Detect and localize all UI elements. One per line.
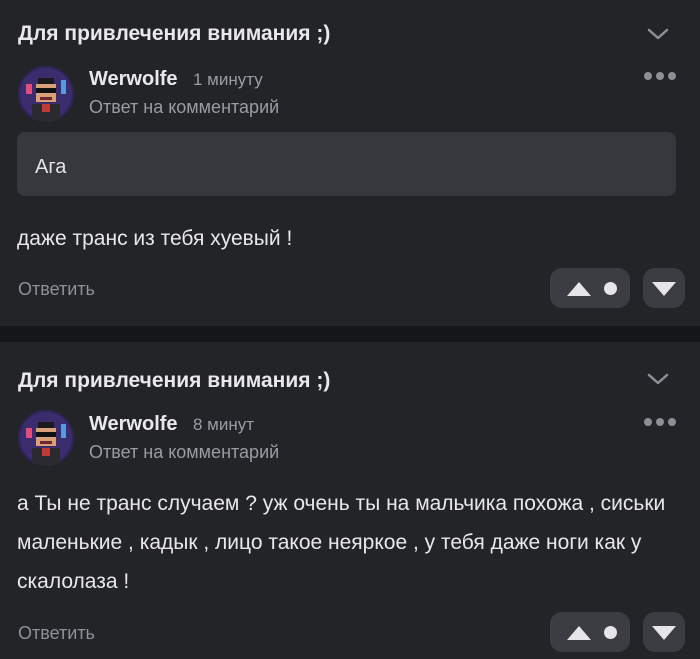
triangle-up-icon bbox=[567, 626, 591, 640]
reply-label: Ответ на комментарий bbox=[89, 442, 280, 462]
upvote-button[interactable] bbox=[550, 612, 630, 652]
author-name[interactable]: Werwolfe bbox=[89, 68, 178, 91]
post-title[interactable]: Для привлечения внимания ;) bbox=[18, 369, 330, 393]
reply-label: Ответ на комментарий bbox=[89, 97, 280, 117]
more-dots-icon[interactable] bbox=[644, 72, 676, 80]
reply-button[interactable]: Ответить bbox=[18, 623, 95, 644]
downvote-button[interactable] bbox=[643, 612, 685, 652]
comment-text: а Ты не транс случаем ? уж очень ты на м… bbox=[17, 492, 666, 593]
vote-dot bbox=[604, 282, 617, 295]
avatar[interactable] bbox=[18, 66, 74, 122]
triangle-down-icon bbox=[652, 626, 676, 640]
reply-button[interactable]: Ответить bbox=[18, 279, 95, 300]
quoted-comment[interactable]: Ага bbox=[17, 132, 676, 196]
downvote-button[interactable] bbox=[643, 268, 685, 308]
vote-dot bbox=[604, 626, 617, 639]
upvote-button[interactable] bbox=[550, 268, 630, 308]
chevron-down-icon[interactable] bbox=[647, 27, 669, 41]
comment-time: 1 минуту bbox=[193, 70, 263, 89]
triangle-up-icon bbox=[567, 282, 591, 296]
post-title[interactable]: Для привлечения внимания ;) bbox=[18, 22, 330, 46]
quote-text: Ага bbox=[35, 156, 67, 178]
chevron-down-icon[interactable] bbox=[647, 372, 669, 386]
avatar[interactable] bbox=[18, 410, 74, 466]
author-name[interactable]: Werwolfe bbox=[89, 413, 178, 436]
comment-card: Для привлечения внимания ;) Werwolfe 1 м… bbox=[0, 0, 700, 326]
comment-card: Для привлечения внимания ;) Werwolfe 8 м… bbox=[0, 342, 700, 659]
divider bbox=[0, 326, 700, 342]
comment-time: 8 минут bbox=[193, 415, 255, 434]
more-dots-icon[interactable] bbox=[644, 418, 676, 426]
comment-text: даже транс из тебя хуевый ! bbox=[17, 227, 293, 250]
triangle-down-icon bbox=[652, 282, 676, 296]
